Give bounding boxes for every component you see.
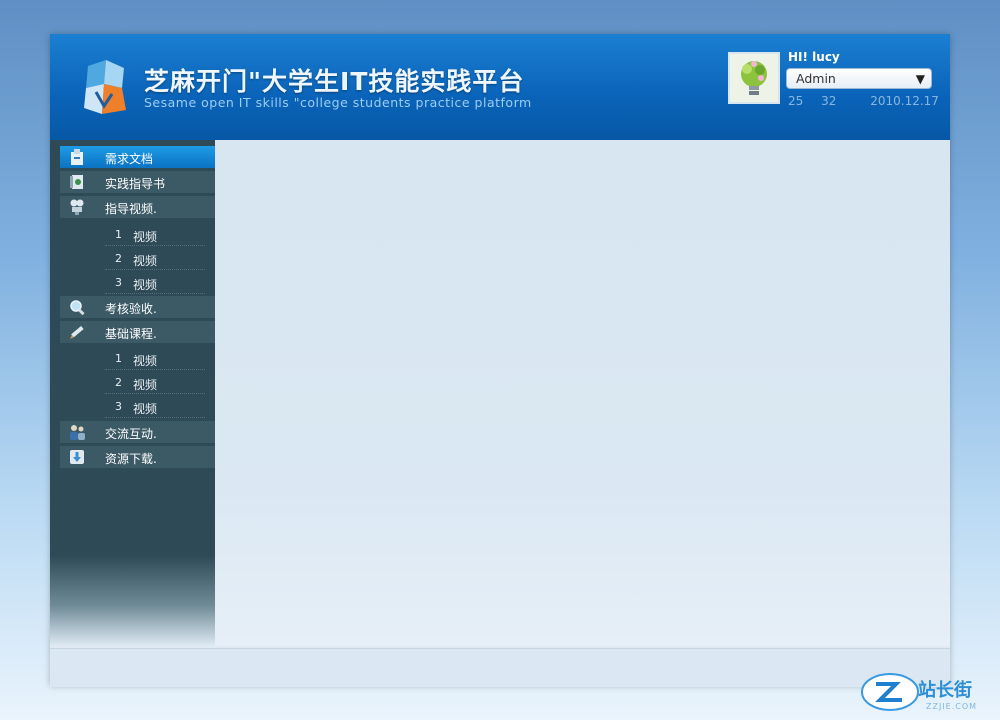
download-icon [70,450,84,464]
sidebar-item-label: 考核验收. [105,302,157,316]
subitem-label: 视频 [133,278,158,292]
magnifier-icon [70,300,85,316]
sidebar-item-communication[interactable]: 交流互动. [60,421,215,443]
user-stats: 25 32 2010.12.17 [788,94,939,108]
sidebar-item-assessment[interactable]: 考核验收. [60,296,215,318]
subitem-label: 视频 [133,230,158,244]
subitem-label: 视频 [133,378,158,392]
subitem-number: 3 [115,400,122,413]
book-icon [70,175,83,189]
sidebar-subitem-course-1[interactable]: 1 视频 [105,348,205,370]
sidebar-item-label: 交流互动. [105,427,157,441]
cloud-logo-icon [861,673,919,711]
sidebar-subitem-video-2[interactable]: 2 视频 [105,248,205,270]
subitem-label: 视频 [133,254,158,268]
user-greeting: HI! lucy [788,50,840,64]
subitem-label: 视频 [133,402,158,416]
subitem-number: 1 [115,352,122,365]
watermark: 站长街 ZZJIE.COM [860,668,996,716]
sidebar-subitem-video-3[interactable]: 3 视频 [105,272,205,294]
page-subtitle: Sesame open IT skills "college students … [144,95,532,110]
footer-bar [50,648,950,687]
sidebar-subitem-course-3[interactable]: 3 视频 [105,396,205,418]
sidebar-item-label: 实践指导书 [105,177,166,191]
sidebar-item-requirements[interactable]: 需求文档 [60,146,215,168]
sidebar-subitem-course-2[interactable]: 2 视频 [105,372,205,394]
sidebar-item-basic-courses[interactable]: 基础课程. [60,321,215,343]
sidebar-subitem-video-1[interactable]: 1 视频 [105,224,205,246]
role-select[interactable]: Admin ▼ [786,68,932,89]
sidebar-item-guide-videos[interactable]: 指导视频. [60,196,215,218]
sidebar-item-practice-guide[interactable]: 实践指导书 [60,171,215,193]
sidebar: 需求文档 实践指导书 指导视频. 1 视频 2 视频 3 视频 考核验收. 基础… [50,140,215,646]
avatar[interactable] [728,52,780,104]
subitem-number: 3 [115,276,122,289]
app-window: 芝麻开门"大学生IT技能实践平台 Sesame open IT skills "… [50,34,950,687]
watermark-text: 站长街 [918,680,972,701]
watermark-url: ZZJIE.COM [926,702,978,711]
main-content [215,140,950,646]
page-title: 芝麻开门"大学生IT技能实践平台 [144,67,525,96]
role-select-value: Admin [796,71,836,86]
current-date: 2010.12.17 [870,94,939,108]
subitem-number: 2 [115,376,122,389]
header-banner: 芝麻开门"大学生IT技能实践平台 Sesame open IT skills "… [50,34,950,140]
subitem-number: 2 [115,252,122,265]
sidebar-item-label: 需求文档 [105,152,154,166]
sidebar-item-downloads[interactable]: 资源下载. [60,446,215,468]
sidebar-item-label: 指导视频. [105,202,157,216]
stat-1: 25 [788,94,804,108]
users-icon [70,425,85,440]
document-icon [71,149,83,165]
stat-2: 32 [821,94,837,108]
sidebar-item-label: 基础课程. [105,327,157,341]
video-camera-icon [70,199,84,215]
platform-logo [84,60,126,114]
lightbulb-plant-icon [730,54,778,102]
subitem-number: 1 [115,228,122,241]
chevron-down-icon: ▼ [915,72,925,86]
sidebar-item-label: 资源下载. [105,452,157,466]
pen-icon [70,325,84,339]
subitem-label: 视频 [133,354,158,368]
